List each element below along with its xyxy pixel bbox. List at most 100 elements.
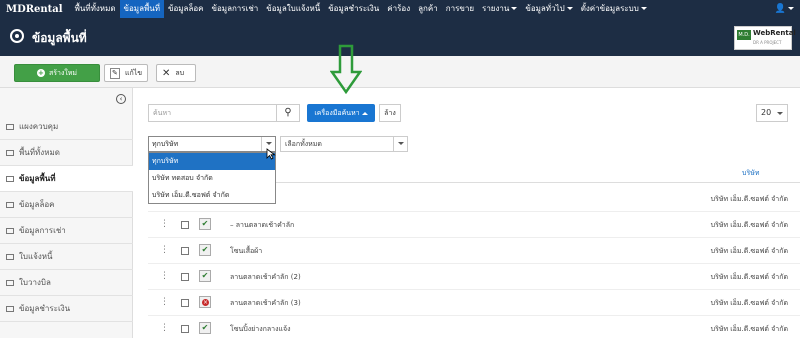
drag-handle-icon[interactable]: ⋮ xyxy=(160,297,169,307)
dropdown-option[interactable]: บริษัท เอ็ม.ดี.ซอฟต์ จำกัด xyxy=(149,187,275,204)
nav-sales[interactable]: การขาย xyxy=(442,0,478,18)
page-size-value: 20 xyxy=(761,108,772,117)
company-dropdown-list: ทุกบริษัท บริษัท ทดสอบ จำกัด บริษัท เอ็ม… xyxy=(148,152,276,204)
edit-icon: ✎ xyxy=(110,67,120,79)
nav-settings[interactable]: ตั้งค่าข้อมูลระบบ xyxy=(577,0,651,18)
table-row[interactable]: ⋮ ✔ โซนปิ้งย่างกลางแจ้ง บริษัท เอ็ม.ดี.ซ… xyxy=(148,316,800,338)
top-nav: MDRental พื้นที่ทั้งหมด ข้อมูลพื้นที่ ข้… xyxy=(0,0,800,18)
brand-logo[interactable]: MDRental xyxy=(0,4,71,15)
table-row[interactable]: ⋮ ✔ ลานตลาดเช้าคำลัก (2) บริษัท เอ็ม.ดี.… xyxy=(148,264,800,290)
company-column-header[interactable]: บริษัท xyxy=(742,168,759,179)
drag-handle-icon[interactable]: ⋮ xyxy=(160,245,169,255)
table-row[interactable]: ⋮ ✔ – ลานตลาดเช้าคำลัก บริษัท เอ็ม.ดี.ซอ… xyxy=(148,212,800,238)
status-check-icon[interactable]: ✔ xyxy=(199,322,211,334)
row-checkbox[interactable] xyxy=(181,273,189,281)
target-icon xyxy=(10,29,24,43)
row-name[interactable]: ลานตลาดเช้าคำลัก (3) xyxy=(230,298,301,309)
close-icon: ✕ xyxy=(162,67,171,79)
sidebar-item-area-data[interactable]: ข้อมูลพื้นที่ xyxy=(0,166,133,192)
page-header: ข้อมูลพื้นที่ M.D. WebRental DR A PROJEC… xyxy=(0,18,800,56)
nav-payment-data[interactable]: ข้อมูลชำระเงิน xyxy=(324,0,383,18)
status-check-icon[interactable]: ✔ xyxy=(199,270,211,282)
sidebar: ‹ แผงควบคุม พื้นที่ทั้งหมด ข้อมูลพื้นที่… xyxy=(0,88,133,338)
status-check-icon[interactable]: ✔ xyxy=(199,244,211,256)
type-filter-select[interactable]: เลือกทั้งหมด xyxy=(280,136,408,152)
sidebar-item-billing[interactable]: ใบวางบิล xyxy=(0,270,133,296)
chevron-down-icon xyxy=(511,7,518,10)
row-company: บริษัท เอ็ม.ดี.ซอฟต์ จำกัด xyxy=(710,195,788,203)
sidebar-item-label: ข้อมูลการเช่า xyxy=(19,226,66,235)
collapse-sidebar-icon[interactable]: ‹ xyxy=(116,94,126,104)
drag-handle-icon[interactable]: ⋮ xyxy=(160,219,169,229)
status-check-icon[interactable]: ✔ xyxy=(199,218,211,230)
chevron-down-icon xyxy=(393,137,407,151)
sidebar-item-lock-data[interactable]: ข้อมูลล็อค xyxy=(0,192,133,218)
search-tools-button[interactable]: เครื่องมือค้นหา xyxy=(307,104,375,122)
row-company: บริษัท เอ็ม.ดี.ซอฟต์ จำกัด xyxy=(710,247,788,255)
status-inactive-icon[interactable] xyxy=(199,296,211,308)
row-name[interactable]: โซนเสื้อผ้า xyxy=(230,246,262,257)
sidebar-item-label: ข้อมูลชำระเงิน xyxy=(19,304,71,313)
chevron-down-icon xyxy=(566,7,573,10)
drag-handle-icon[interactable]: ⋮ xyxy=(160,323,169,333)
sidebar-item-label: ใบวางบิล xyxy=(19,278,51,287)
dropdown-option[interactable]: บริษัท ทดสอบ จำกัด xyxy=(149,170,275,187)
sidebar-item-label: แผงควบคุม xyxy=(19,122,59,131)
logo-badge: M.D. xyxy=(737,30,751,40)
clear-button[interactable]: ล้าง xyxy=(379,104,401,122)
search-tools-label: เครื่องมือค้นหา xyxy=(314,109,360,117)
nav-area-data[interactable]: ข้อมูลพื้นที่ xyxy=(119,0,164,18)
sidebar-item-dashboard[interactable]: แผงควบคุม xyxy=(0,114,133,140)
row-checkbox[interactable] xyxy=(181,247,189,255)
search-input[interactable]: ค้นหา xyxy=(148,104,276,122)
nav-reports[interactable]: รายงาน xyxy=(478,0,521,18)
drag-handle-icon[interactable]: ⋮ xyxy=(160,271,169,281)
company-logo: M.D. WebRental DR A PROJECT xyxy=(734,26,796,50)
logo-subtext: DR A PROJECT xyxy=(753,40,782,45)
nav-general[interactable]: ข้อมูลทั่วไป xyxy=(521,0,576,18)
create-button[interactable]: + สร้างใหม่ xyxy=(14,64,100,82)
edit-button-label: แก้ไข xyxy=(124,68,142,77)
user-menu[interactable]: 👤 xyxy=(775,0,794,18)
create-button-label: สร้างใหม่ xyxy=(48,68,78,77)
edit-button[interactable]: ✎ แก้ไข xyxy=(104,64,148,82)
nav-lock-data[interactable]: ข้อมูลล็อค xyxy=(164,0,208,18)
row-company: บริษัท เอ็ม.ดี.ซอฟต์ จำกัด xyxy=(710,299,788,307)
nav-requests[interactable]: ค่าร้อง xyxy=(383,0,414,18)
folder-icon xyxy=(6,175,14,182)
delete-button-label: ลบ xyxy=(175,68,185,77)
row-checkbox[interactable] xyxy=(181,325,189,333)
annotation-arrow-icon xyxy=(330,44,362,94)
nav-rental-data[interactable]: ข้อมูลการเช่า xyxy=(208,0,263,18)
sidebar-item-label: ใบแจ้งหนี้ xyxy=(19,252,53,261)
chevron-down-icon xyxy=(640,7,647,10)
row-checkbox[interactable] xyxy=(181,221,189,229)
delete-button[interactable]: ✕ ลบ xyxy=(156,64,196,82)
nav-reports-label: รายงาน xyxy=(482,4,510,13)
sidebar-item-all-areas[interactable]: พื้นที่ทั้งหมด xyxy=(0,140,133,166)
row-name[interactable]: โซนปิ้งย่างกลางแจ้ง xyxy=(230,324,291,335)
chevron-down-icon xyxy=(777,112,783,115)
nav-customers[interactable]: ลูกค้า xyxy=(414,0,442,18)
search-icon: ⚲ xyxy=(284,107,292,118)
table-row[interactable]: ⋮ ลานตลาดเช้าคำลัก (3) บริษัท เอ็ม.ดี.ซอ… xyxy=(148,290,800,316)
row-checkbox[interactable] xyxy=(181,299,189,307)
sidebar-item-label: ข้อมูลพื้นที่ xyxy=(19,174,56,183)
company-filter-select[interactable]: ทุกบริษัท xyxy=(148,136,276,152)
page-size-select[interactable]: 20 xyxy=(756,104,788,122)
sidebar-item-invoice[interactable]: ใบแจ้งหนี้ xyxy=(0,244,133,270)
sidebar-item-payment[interactable]: ข้อมูลชำระเงิน xyxy=(0,296,133,322)
chevron-down-icon xyxy=(788,7,794,10)
action-toolbar: + สร้างใหม่ ✎ แก้ไข ✕ ลบ xyxy=(0,56,800,88)
row-company: บริษัท เอ็ม.ดี.ซอฟต์ จำกัด xyxy=(710,325,788,333)
dropdown-option[interactable]: ทุกบริษัท xyxy=(149,153,275,170)
search-button[interactable]: ⚲ xyxy=(276,104,300,122)
table-row[interactable]: ⋮ ✔ โซนเสื้อผ้า บริษัท เอ็ม.ดี.ซอฟต์ จำก… xyxy=(148,238,800,264)
nav-all-areas[interactable]: พื้นที่ทั้งหมด xyxy=(71,0,120,18)
row-name[interactable]: ลานตลาดเช้าคำลัก (2) xyxy=(230,272,301,283)
row-name[interactable]: – ลานตลาดเช้าคำลัก xyxy=(230,220,294,231)
row-company: บริษัท เอ็ม.ดี.ซอฟต์ จำกัด xyxy=(710,273,788,281)
nav-invoice-data[interactable]: ข้อมูลใบแจ้งหนี้ xyxy=(262,0,324,18)
sidebar-item-rental-data[interactable]: ข้อมูลการเช่า xyxy=(0,218,133,244)
folder-icon xyxy=(6,123,14,130)
